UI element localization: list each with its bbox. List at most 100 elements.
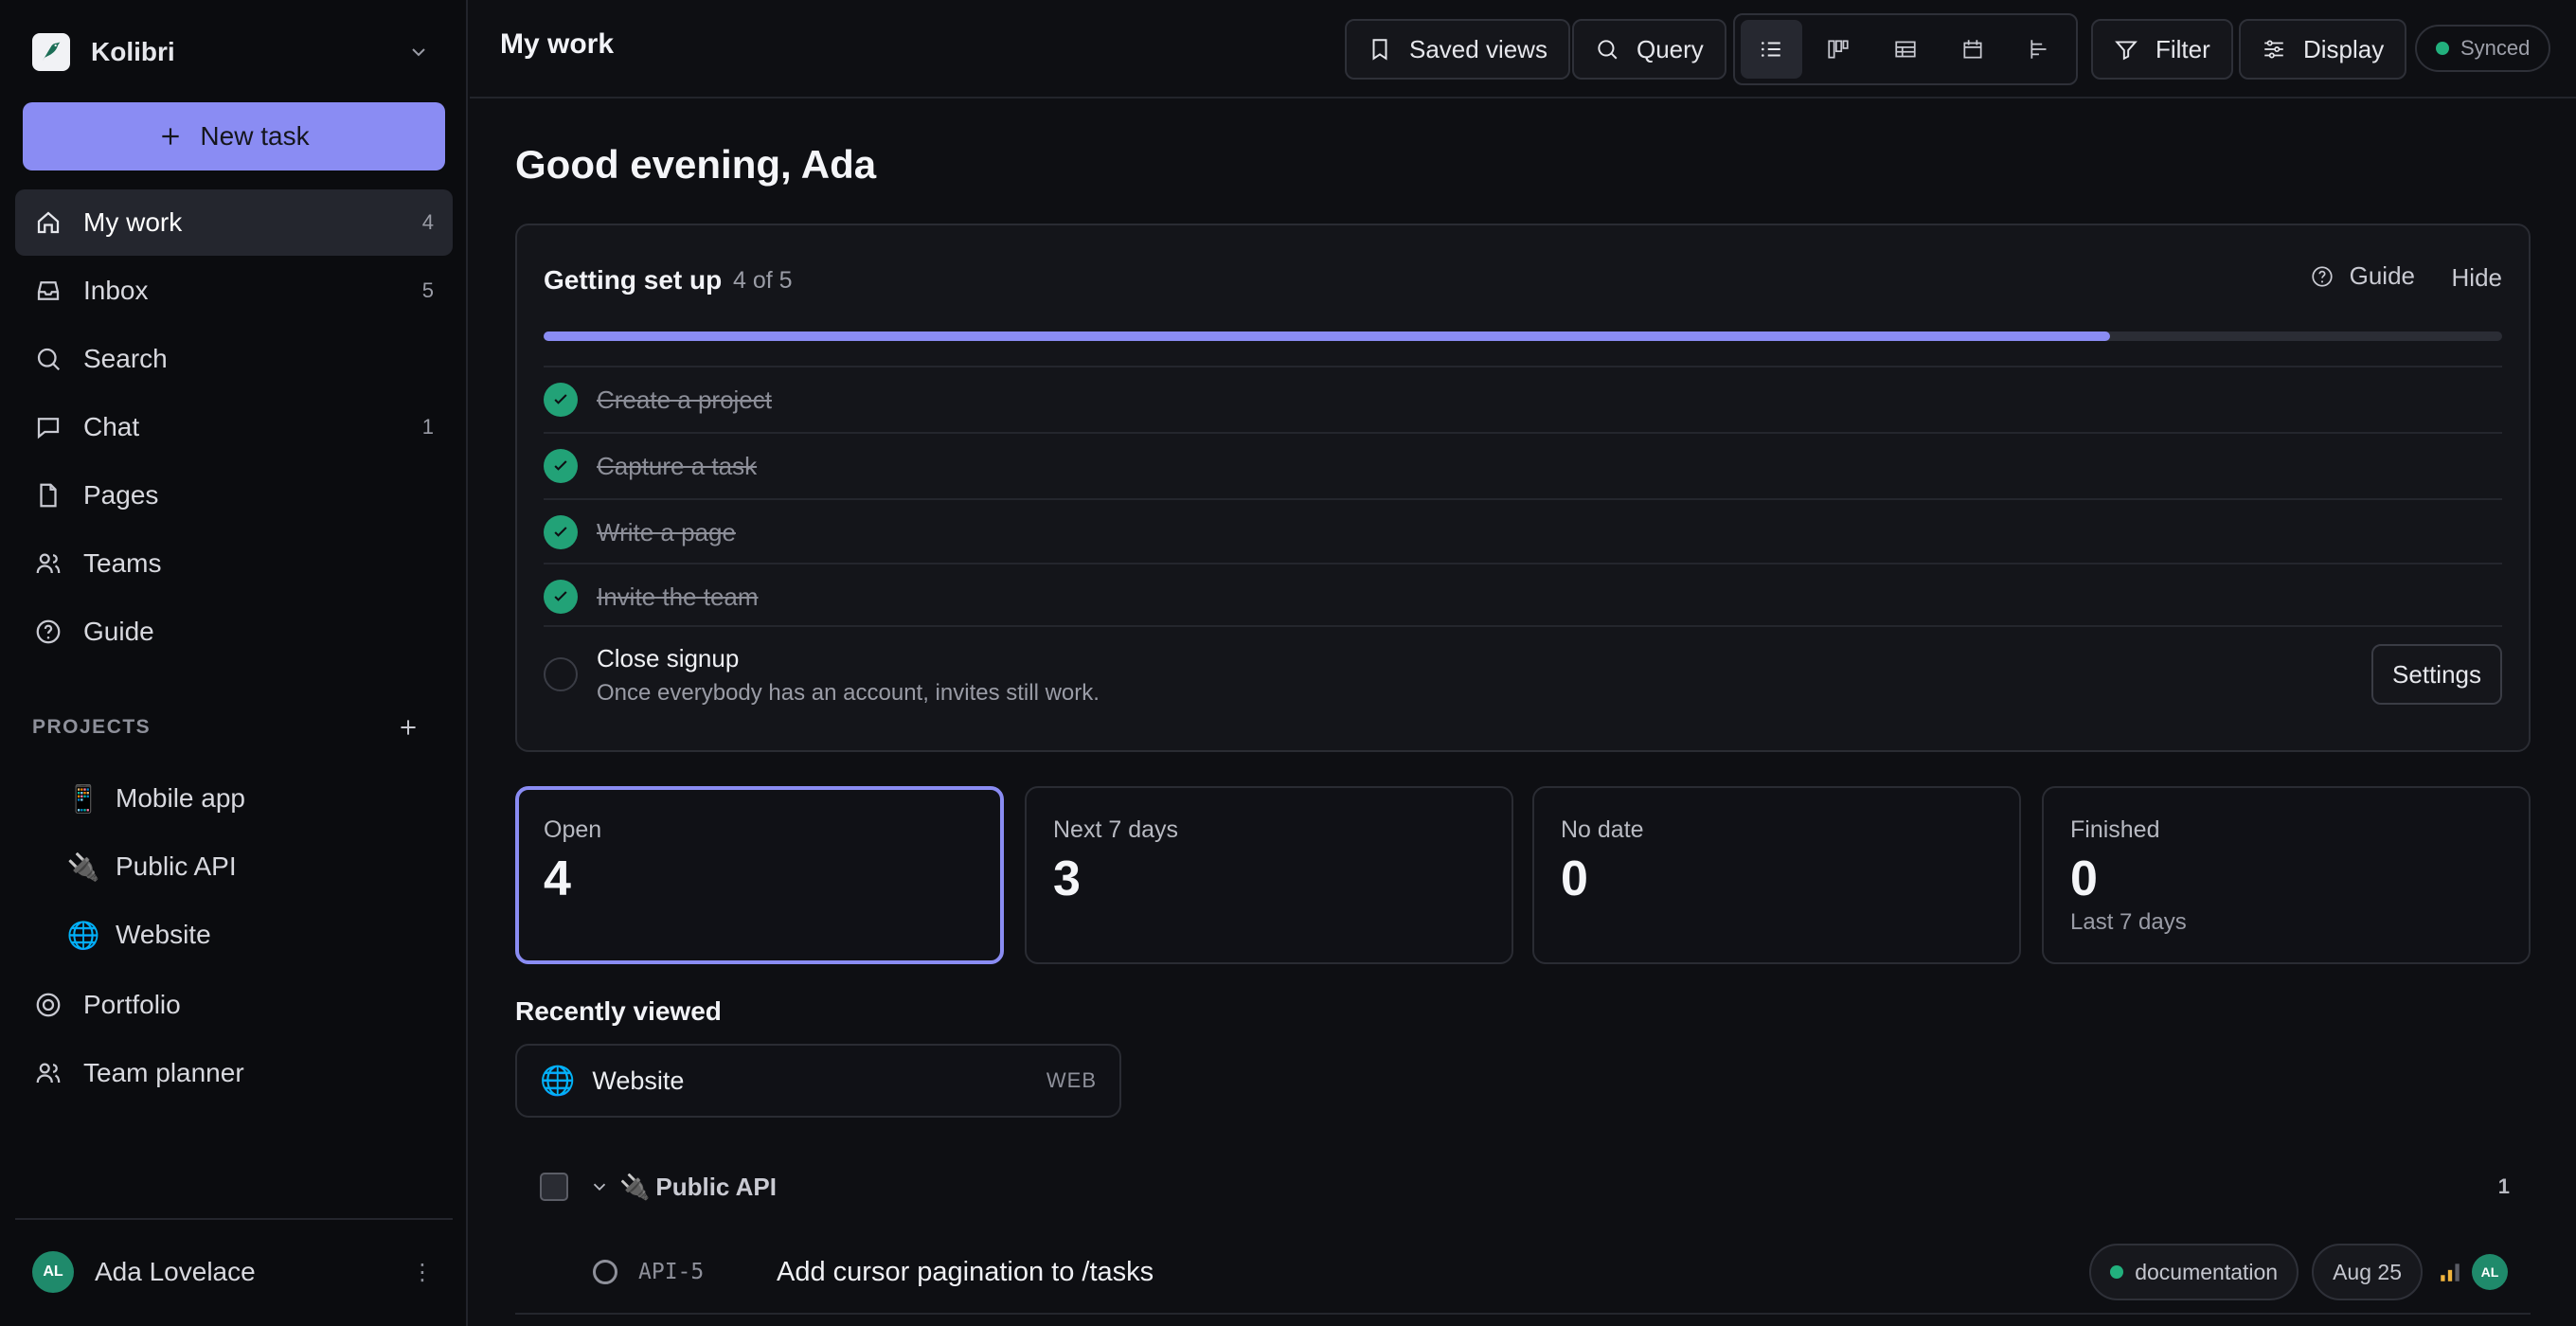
nav-item-search[interactable]: Search [15,326,453,392]
project-emoji: 🌐 [540,1065,576,1097]
secondary-nav: Portfolio Team planner [15,972,453,1108]
nav-item-portfolio[interactable]: Portfolio [15,972,453,1038]
nav-item-guide[interactable]: Guide [15,599,453,665]
bookmark-icon [1372,39,1387,61]
nav-count: 1 [421,415,434,439]
chevron-down-icon [412,48,425,57]
sync-status-badge: Synced [2415,25,2551,72]
avatar: AL [32,1251,74,1293]
priority-bars-icon[interactable] [2438,1260,2462,1284]
chat-icon [37,418,60,439]
topbar: My work Saved views Query Filter Display [470,0,2576,99]
setup-progress-bar [544,332,2502,341]
kanban-icon [1828,40,1849,59]
recent-item-website[interactable]: 🌐 Website WEB [515,1044,1121,1118]
nav-label: Search [83,344,168,373]
stat-card-open[interactable]: Open 4 [515,786,1004,964]
stat-card-next-7-days[interactable]: Next 7 days 3 [1025,786,1513,964]
page-title: My work [500,28,615,60]
recently-viewed-heading: Recently viewed [515,996,722,1026]
project-label: Public API [116,851,237,881]
guide-button[interactable]: Guide [2310,261,2415,291]
table-row[interactable]: API-5 Add cursor pagination to /tasks do… [515,1231,2531,1315]
filter-label: Filter [2156,34,2210,63]
view-list-button[interactable] [1741,20,1802,79]
sidebar: Kolibri New task My work 4 Inbox 5 Searc… [0,0,468,1326]
project-item-public-api[interactable]: 🔌 Public API [15,833,453,900]
nav-item-teams[interactable]: Teams [15,530,453,597]
stat-card-no-date[interactable]: No date 0 [1532,786,2021,964]
task-group-header: 🔌 Public API 1 [540,1165,2510,1209]
task-id: API-5 [638,1260,705,1284]
sync-status-label: Synced [2460,36,2531,60]
setup-count: 4 of 5 [733,267,793,294]
new-task-button[interactable]: New task [23,102,445,170]
nav-item-pages[interactable]: Pages [15,462,453,529]
stat-sublabel: Last 7 days [2070,909,2187,935]
check-circle-icon [544,580,578,614]
nav-count: 4 [421,210,434,234]
setup-step-label: Write a page [597,517,736,547]
sliders-icon [2264,40,2283,59]
nav-label: Portfolio [83,990,181,1019]
nav-item-inbox[interactable]: Inbox 5 [15,258,453,324]
nav-label: Chat [83,412,140,441]
saved-views-button[interactable]: Saved views [1345,19,1570,80]
nav-item-team-planner[interactable]: Team planner [15,1040,453,1106]
stat-card-finished[interactable]: Finished 0 Last 7 days [2042,786,2531,964]
plus-icon [162,128,180,145]
nav-label: My work [83,207,183,237]
home-icon [37,211,60,234]
help-circle-icon [2311,265,2333,287]
setup-step-title: Close signup [597,644,740,672]
empty-circle-icon[interactable] [544,657,578,691]
getting-set-up-card: Getting set up 4 of 5 Guide Hide Create … [515,224,2531,752]
hide-button[interactable]: Hide [2452,263,2502,293]
users-icon [36,1063,61,1084]
sidebar-divider [15,1218,453,1220]
task-title: Add cursor pagination to /tasks [777,1256,1154,1287]
project-emoji: 🔌 [66,851,100,882]
view-timeline-button[interactable] [2009,20,2070,79]
setup-step-close-signup: Close signup Once everybody has an accou… [544,625,2502,739]
recent-item-name: Website [592,1066,685,1095]
workspace-switcher[interactable]: Kolibri [32,28,439,76]
assignee-avatar[interactable]: AL [2472,1254,2508,1290]
label-text: documentation [2135,1259,2279,1284]
projects-heading: PROJECTS [32,708,420,746]
guide-label: Guide [2349,261,2415,290]
due-date-chip[interactable]: Aug 25 [2312,1244,2423,1300]
stat-value: 0 [1561,851,1588,906]
more-vertical-icon[interactable]: ⋮ [411,1259,434,1286]
filter-icon [2115,41,2138,61]
group-select-checkbox[interactable] [540,1173,568,1201]
project-item-mobile-app[interactable]: 📱 Mobile app [15,765,453,832]
display-label: Display [2303,34,2385,63]
chevron-down-icon[interactable] [589,1176,610,1197]
project-label: Mobile app [116,783,245,813]
view-table-button[interactable] [1875,20,1937,79]
status-todo-icon[interactable] [593,1260,617,1284]
filter-button[interactable]: Filter [2091,19,2233,80]
project-item-website[interactable]: 🌐 Website [15,902,453,968]
target-icon [36,993,61,1017]
nav-item-my-work[interactable]: My work 4 [15,189,453,256]
label-chip[interactable]: documentation [2089,1244,2299,1300]
stat-label: No date [1561,816,1644,843]
due-date-text: Aug 25 [2333,1259,2402,1284]
setup-step: Capture a task [544,432,2502,498]
nav-item-chat[interactable]: Chat 1 [15,394,453,460]
list-icon [1762,42,1781,57]
projects-heading-label: PROJECTS [32,716,152,738]
label-dot-icon [2110,1265,2124,1279]
view-calendar-button[interactable] [1941,20,2003,79]
view-board-button[interactable] [1808,20,1869,79]
project-emoji: 📱 [66,783,100,814]
display-button[interactable]: Display [2239,19,2407,80]
add-project-plus-icon[interactable] [396,715,420,740]
user-menu[interactable]: AL Ada Lovelace ⋮ [32,1248,439,1296]
sync-dot-icon [2436,42,2449,55]
query-button[interactable]: Query [1572,19,1726,80]
workspace-name: Kolibri [91,37,175,66]
settings-button[interactable]: Settings [2371,644,2502,705]
